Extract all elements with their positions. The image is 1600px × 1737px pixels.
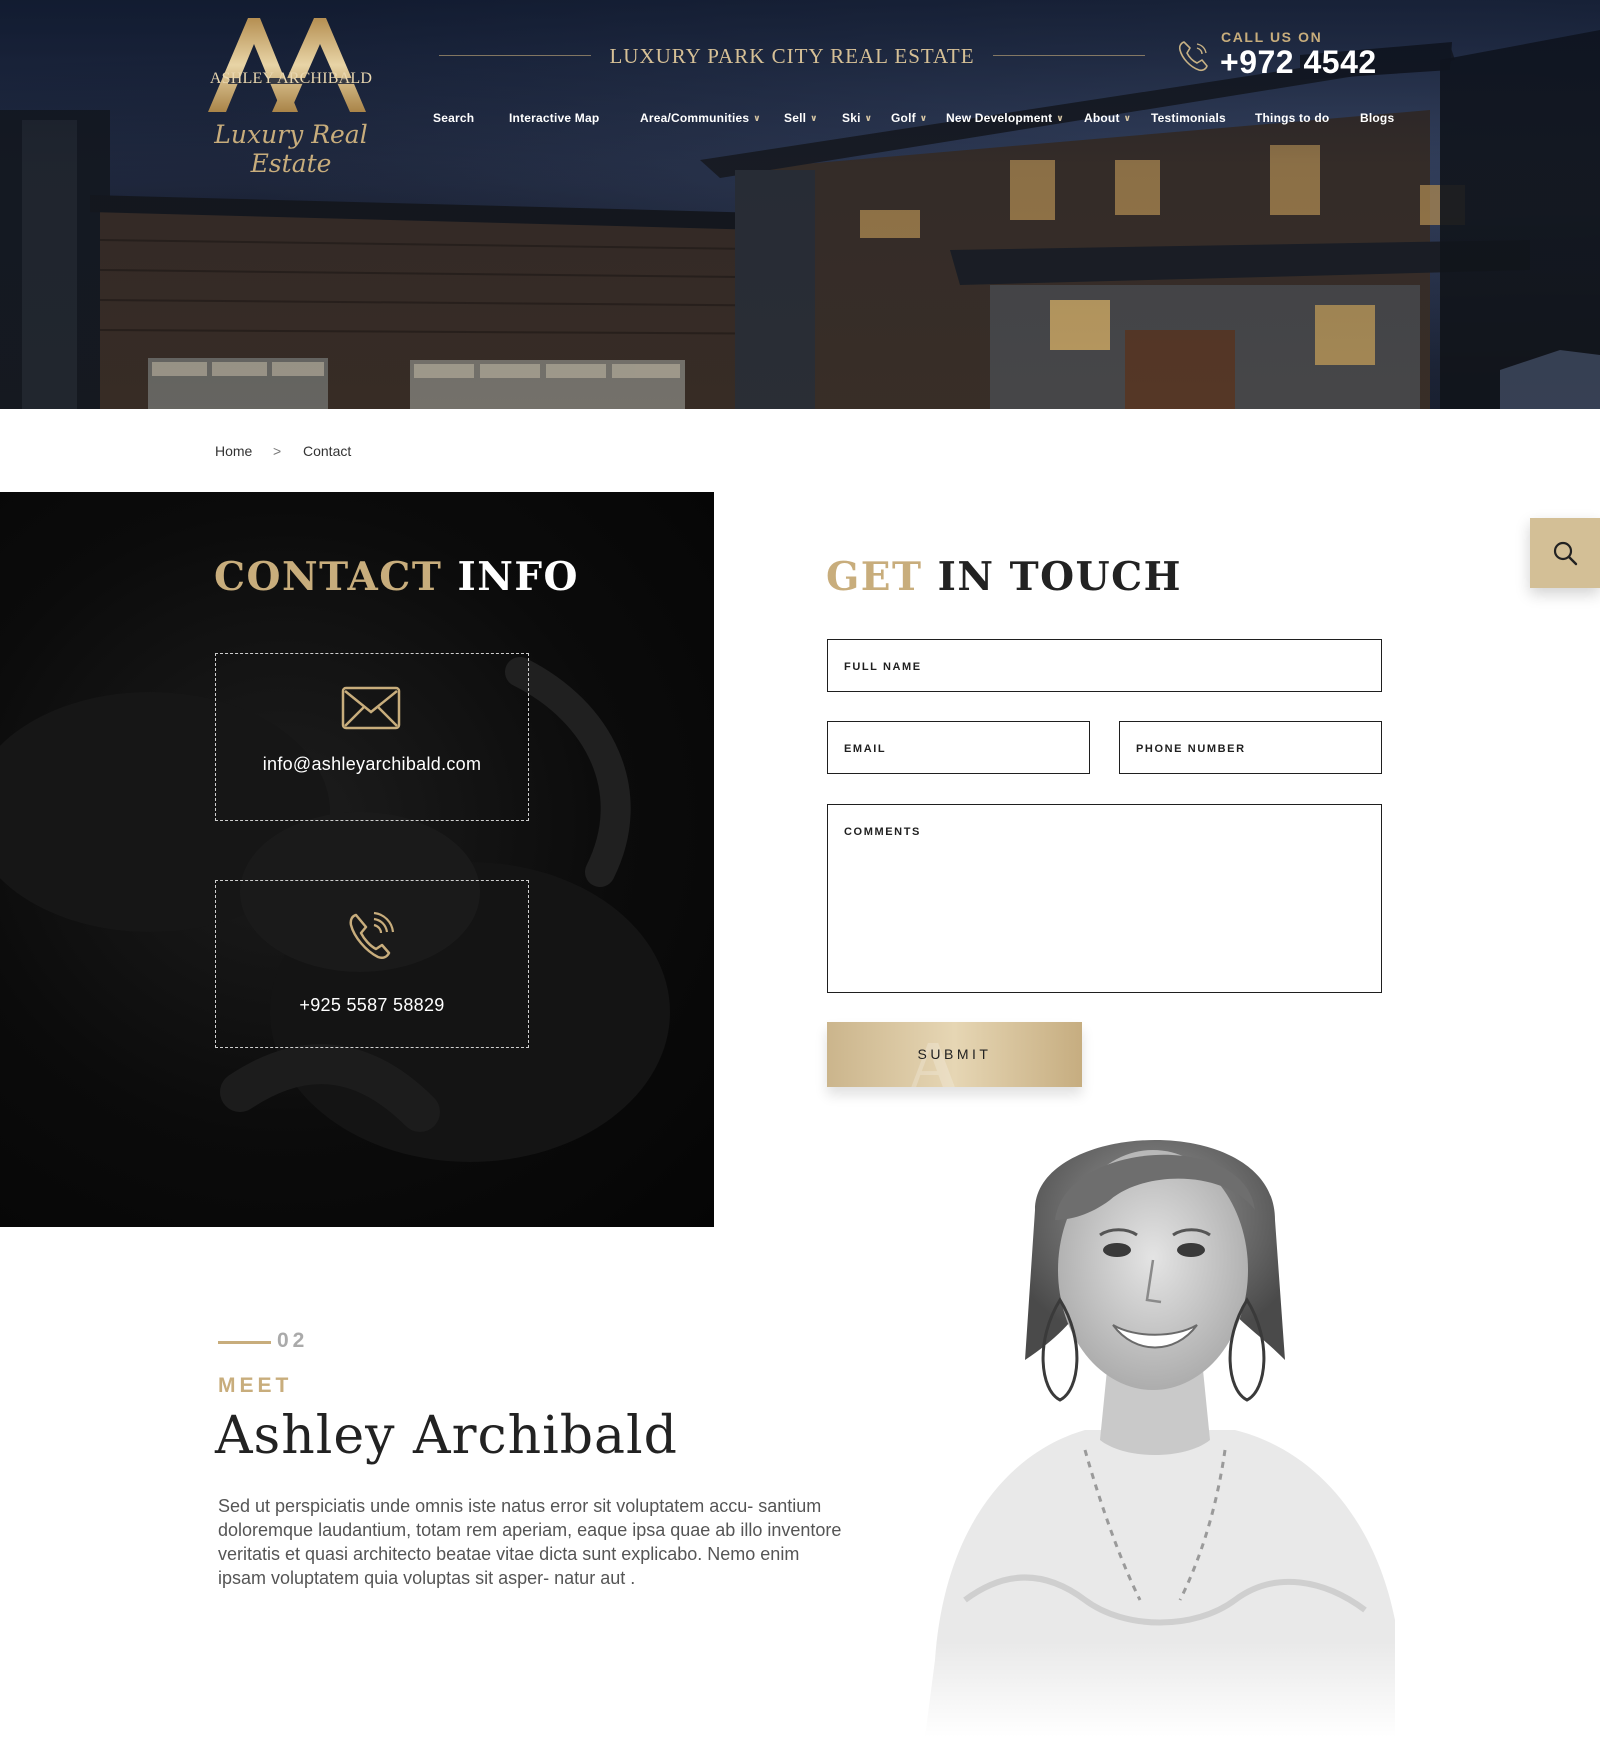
submit-label: SUBMIT <box>917 1046 992 1062</box>
chevron-down-icon: ∨ <box>810 113 818 123</box>
nav-item-sell[interactable]: Sell ∨ <box>784 111 818 125</box>
phone-number-field[interactable]: PHONE NUMBER <box>1119 721 1382 774</box>
meet-section-number: 02 <box>277 1329 309 1352</box>
full-name-field[interactable]: FULL NAME <box>827 639 1382 692</box>
nav-item-label: New Development <box>946 111 1053 125</box>
nav-item-testimonials[interactable]: Testimonials <box>1151 111 1226 125</box>
nav-item-label: Golf <box>891 111 916 125</box>
comments-placeholder: COMMENTS <box>844 826 921 838</box>
contact-info-title-accent: CONTACT <box>214 554 443 600</box>
nav-item-about[interactable]: About ∨ <box>1084 111 1131 125</box>
contact-info-panel: CONTACT INFO info@ashleyarchibald.com +9… <box>0 492 714 1227</box>
nav-item-things-to-do[interactable]: Things to do <box>1255 111 1329 125</box>
nav-item-label: Area/Communities <box>640 111 750 125</box>
nav-item-label: Testimonials <box>1151 111 1226 125</box>
meet-label: MEET <box>218 1374 293 1397</box>
search-icon <box>1553 541 1578 566</box>
phone-ringing-icon <box>349 911 395 960</box>
agent-bio: Sed ut perspiciatis unde omnis iste natu… <box>218 1496 842 1588</box>
get-in-touch-title-rest: IN TOUCH <box>937 554 1183 600</box>
nav-item-interactive-map[interactable]: Interactive Map <box>509 111 599 125</box>
breadcrumb-current: Contact <box>303 443 352 459</box>
nav-item-golf[interactable]: Golf ∨ <box>891 111 927 125</box>
hero-banner: ASHLEY ARCHIBALD Luxury Real Estate LUXU… <box>0 0 1600 409</box>
breadcrumb-separator-icon: > <box>273 443 282 459</box>
phone-number-placeholder: PHONE NUMBER <box>1136 743 1246 755</box>
nav-item-label: Ski <box>842 111 861 125</box>
tagline-divider-right <box>993 55 1145 56</box>
nav-item-label: Blogs <box>1360 111 1395 125</box>
call-label: CALL US ON <box>1221 29 1323 45</box>
chevron-down-icon: ∨ <box>1123 113 1132 123</box>
logo[interactable]: ASHLEY ARCHIBALD Luxury Real Estate <box>198 16 384 178</box>
nav-item-search[interactable]: Search <box>433 111 474 125</box>
contact-phone[interactable]: +925 5587 58829 <box>216 995 528 1016</box>
get-in-touch-title: GET IN TOUCH <box>826 554 1182 600</box>
nav-item-area-communities[interactable]: Area/Communities ∨ <box>640 111 761 125</box>
logo-mark-icon <box>208 18 366 112</box>
floating-search-button[interactable] <box>1530 518 1600 588</box>
nav-item-label: Things to do <box>1255 111 1330 125</box>
chevron-down-icon: ∨ <box>919 113 928 123</box>
nav-item-label: About <box>1084 111 1120 125</box>
envelope-icon <box>341 686 401 730</box>
email-placeholder: EMAIL <box>844 743 887 755</box>
chevron-down-icon: ∨ <box>864 113 873 123</box>
breadcrumb-home[interactable]: Home <box>215 443 252 459</box>
nav-item-label: Search <box>433 111 475 125</box>
phone-card[interactable]: +925 5587 58829 <box>215 880 529 1048</box>
submit-button[interactable]: A SUBMIT <box>827 1022 1082 1087</box>
nav-item-label: Sell <box>784 111 807 125</box>
tagline-row: LUXURY PARK CITY REAL ESTATE <box>439 40 1145 70</box>
call-us[interactable]: CALL US ON +972 4542 <box>1176 28 1406 88</box>
meet-number-line <box>218 1341 271 1344</box>
comments-field[interactable]: COMMENTS <box>827 804 1382 993</box>
chevron-down-icon: ∨ <box>1056 113 1064 123</box>
chevron-down-icon: ∨ <box>753 113 761 123</box>
agent-portrait-image <box>895 1100 1425 1737</box>
nav-item-label: Interactive Map <box>509 111 600 125</box>
logo-brand-text: ASHLEY ARCHIBALD <box>209 70 373 87</box>
full-name-placeholder: FULL NAME <box>844 661 922 673</box>
nav-item-new-development[interactable]: New Development ∨ <box>946 111 1064 125</box>
contact-email[interactable]: info@ashleyarchibald.com <box>216 754 528 775</box>
phone-icon <box>1178 41 1208 72</box>
contact-info-title: CONTACT INFO <box>214 554 579 600</box>
get-in-touch-title-accent: GET <box>826 554 923 600</box>
agent-name: Ashley Archibald <box>215 1406 678 1466</box>
call-number[interactable]: +972 4542 <box>1220 44 1377 81</box>
hands-background-image <box>0 657 670 1162</box>
main-nav: Search Interactive Map Area/Communities ∨… <box>0 111 1600 131</box>
email-field[interactable]: EMAIL <box>827 721 1090 774</box>
nav-item-ski[interactable]: Ski ∨ <box>842 111 872 125</box>
nav-item-blogs[interactable]: Blogs <box>1360 111 1394 125</box>
contact-info-title-rest: INFO <box>457 554 580 600</box>
tagline: LUXURY PARK CITY REAL ESTATE <box>609 44 975 68</box>
email-card[interactable]: info@ashleyarchibald.com <box>215 653 529 821</box>
